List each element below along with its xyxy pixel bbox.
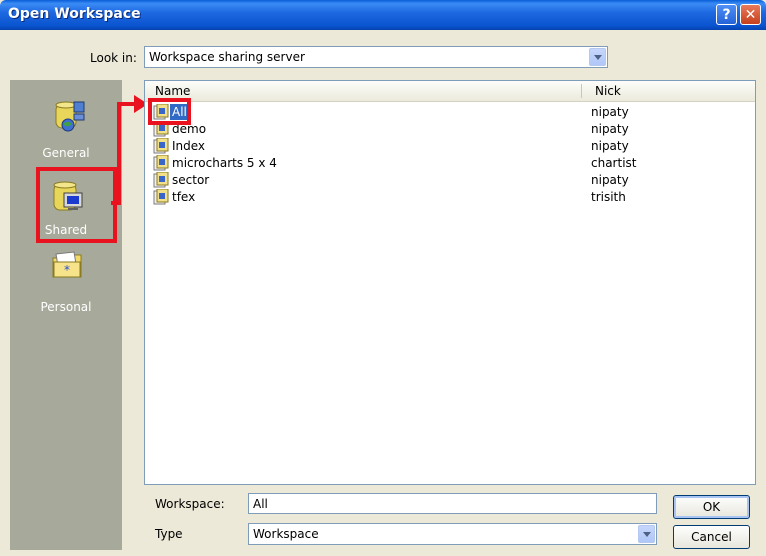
list-item-name: Index <box>172 139 206 153</box>
list-item[interactable]: Index nipaty <box>153 138 743 155</box>
list-item[interactable]: sector nipaty <box>153 172 743 189</box>
file-list[interactable]: Name Nick All nipaty demo nipaty Index n… <box>144 80 756 485</box>
list-item-nick: chartist <box>591 156 637 170</box>
highlight-connector-vertical <box>117 102 121 205</box>
workspace-input[interactable] <box>248 493 657 514</box>
open-workspace-dialog: Open Workspace ? ✕ Look in: Workspace sh… <box>0 0 766 556</box>
list-item-nick: nipaty <box>591 139 629 153</box>
list-item-name: microcharts 5 x 4 <box>172 156 277 170</box>
place-general[interactable]: General <box>10 80 122 160</box>
workspace-label: Workspace: <box>155 497 225 511</box>
workspace-file-icon <box>153 172 169 188</box>
title-bar[interactable]: Open Workspace ? ✕ <box>0 0 766 30</box>
list-item[interactable]: microcharts 5 x 4 chartist <box>153 155 743 172</box>
chevron-down-icon <box>594 55 602 60</box>
type-dropdown-button[interactable] <box>638 525 655 543</box>
look-in-label: Look in: <box>90 51 137 65</box>
look-in-value: Workspace sharing server <box>149 50 305 64</box>
list-item[interactable]: tfex trisith <box>153 189 743 206</box>
help-button[interactable]: ? <box>716 4 737 25</box>
list-item-nick: nipaty <box>591 105 629 119</box>
workspace-file-icon <box>153 155 169 171</box>
column-separator[interactable] <box>581 84 582 98</box>
list-header: Name Nick <box>145 81 755 102</box>
list-item-nick: trisith <box>591 190 626 204</box>
look-in-dropdown[interactable]: Workspace sharing server <box>144 46 608 68</box>
list-item[interactable]: All nipaty <box>153 104 743 121</box>
ok-button[interactable]: OK <box>673 495 750 519</box>
workspace-file-icon <box>153 189 169 205</box>
place-personal[interactable]: * Personal <box>10 250 122 330</box>
chevron-down-icon <box>643 532 651 537</box>
personal-icon: * <box>52 251 82 278</box>
shared-highlight-box <box>36 167 117 243</box>
place-personal-label: Personal <box>40 300 92 314</box>
list-item-name: sector <box>172 173 210 187</box>
svg-text:*: * <box>64 263 70 277</box>
place-general-label: General <box>42 146 90 160</box>
type-label: Type <box>155 527 183 541</box>
type-value: Workspace <box>253 527 319 541</box>
highlight-connector-bottom <box>111 201 121 205</box>
workspace-file-icon <box>153 138 169 154</box>
list-item[interactable]: demo nipaty <box>153 121 743 138</box>
cancel-button[interactable]: Cancel <box>673 525 750 549</box>
all-item-highlight-box <box>148 98 191 125</box>
general-icon <box>55 101 85 132</box>
look-in-dropdown-button[interactable] <box>589 48 606 66</box>
list-item-nick: nipaty <box>591 173 629 187</box>
places-bar: General Shared * Personal <box>10 80 122 550</box>
window-title: Open Workspace <box>8 6 141 22</box>
list-item-nick: nipaty <box>591 122 629 136</box>
column-header-name[interactable]: Name <box>155 84 190 98</box>
close-button[interactable]: ✕ <box>740 4 761 25</box>
type-dropdown[interactable]: Workspace <box>248 523 657 545</box>
list-item-name: tfex <box>172 190 196 204</box>
column-header-nick[interactable]: Nick <box>595 84 621 98</box>
